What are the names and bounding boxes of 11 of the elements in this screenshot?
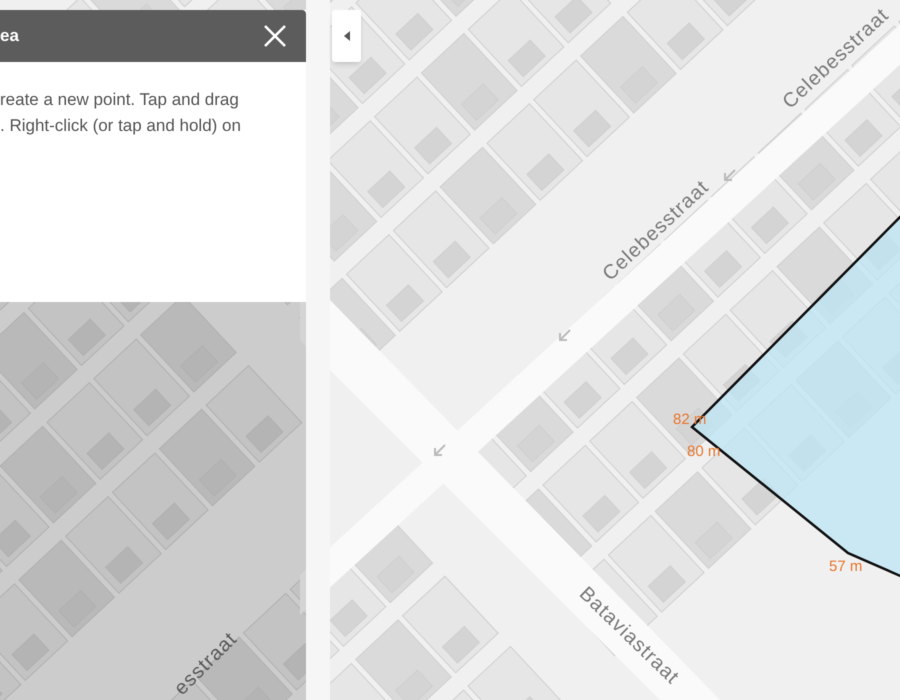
instruction-text: reate a new point. Tap and drag [0,89,240,111]
direction-arrow-icon [559,329,571,341]
measurement-label: 80 m [687,443,720,460]
measurement-label: 57 m [829,558,862,575]
close-button[interactable] [262,23,288,49]
close-icon [263,24,287,48]
direction-arrow-icon [724,169,736,181]
instruction-text: . Right-click (or tap and hold) on [0,115,242,137]
direction-arrow-icon [434,444,446,456]
caret-left-icon [344,31,350,41]
panel-title: ea [0,25,19,48]
